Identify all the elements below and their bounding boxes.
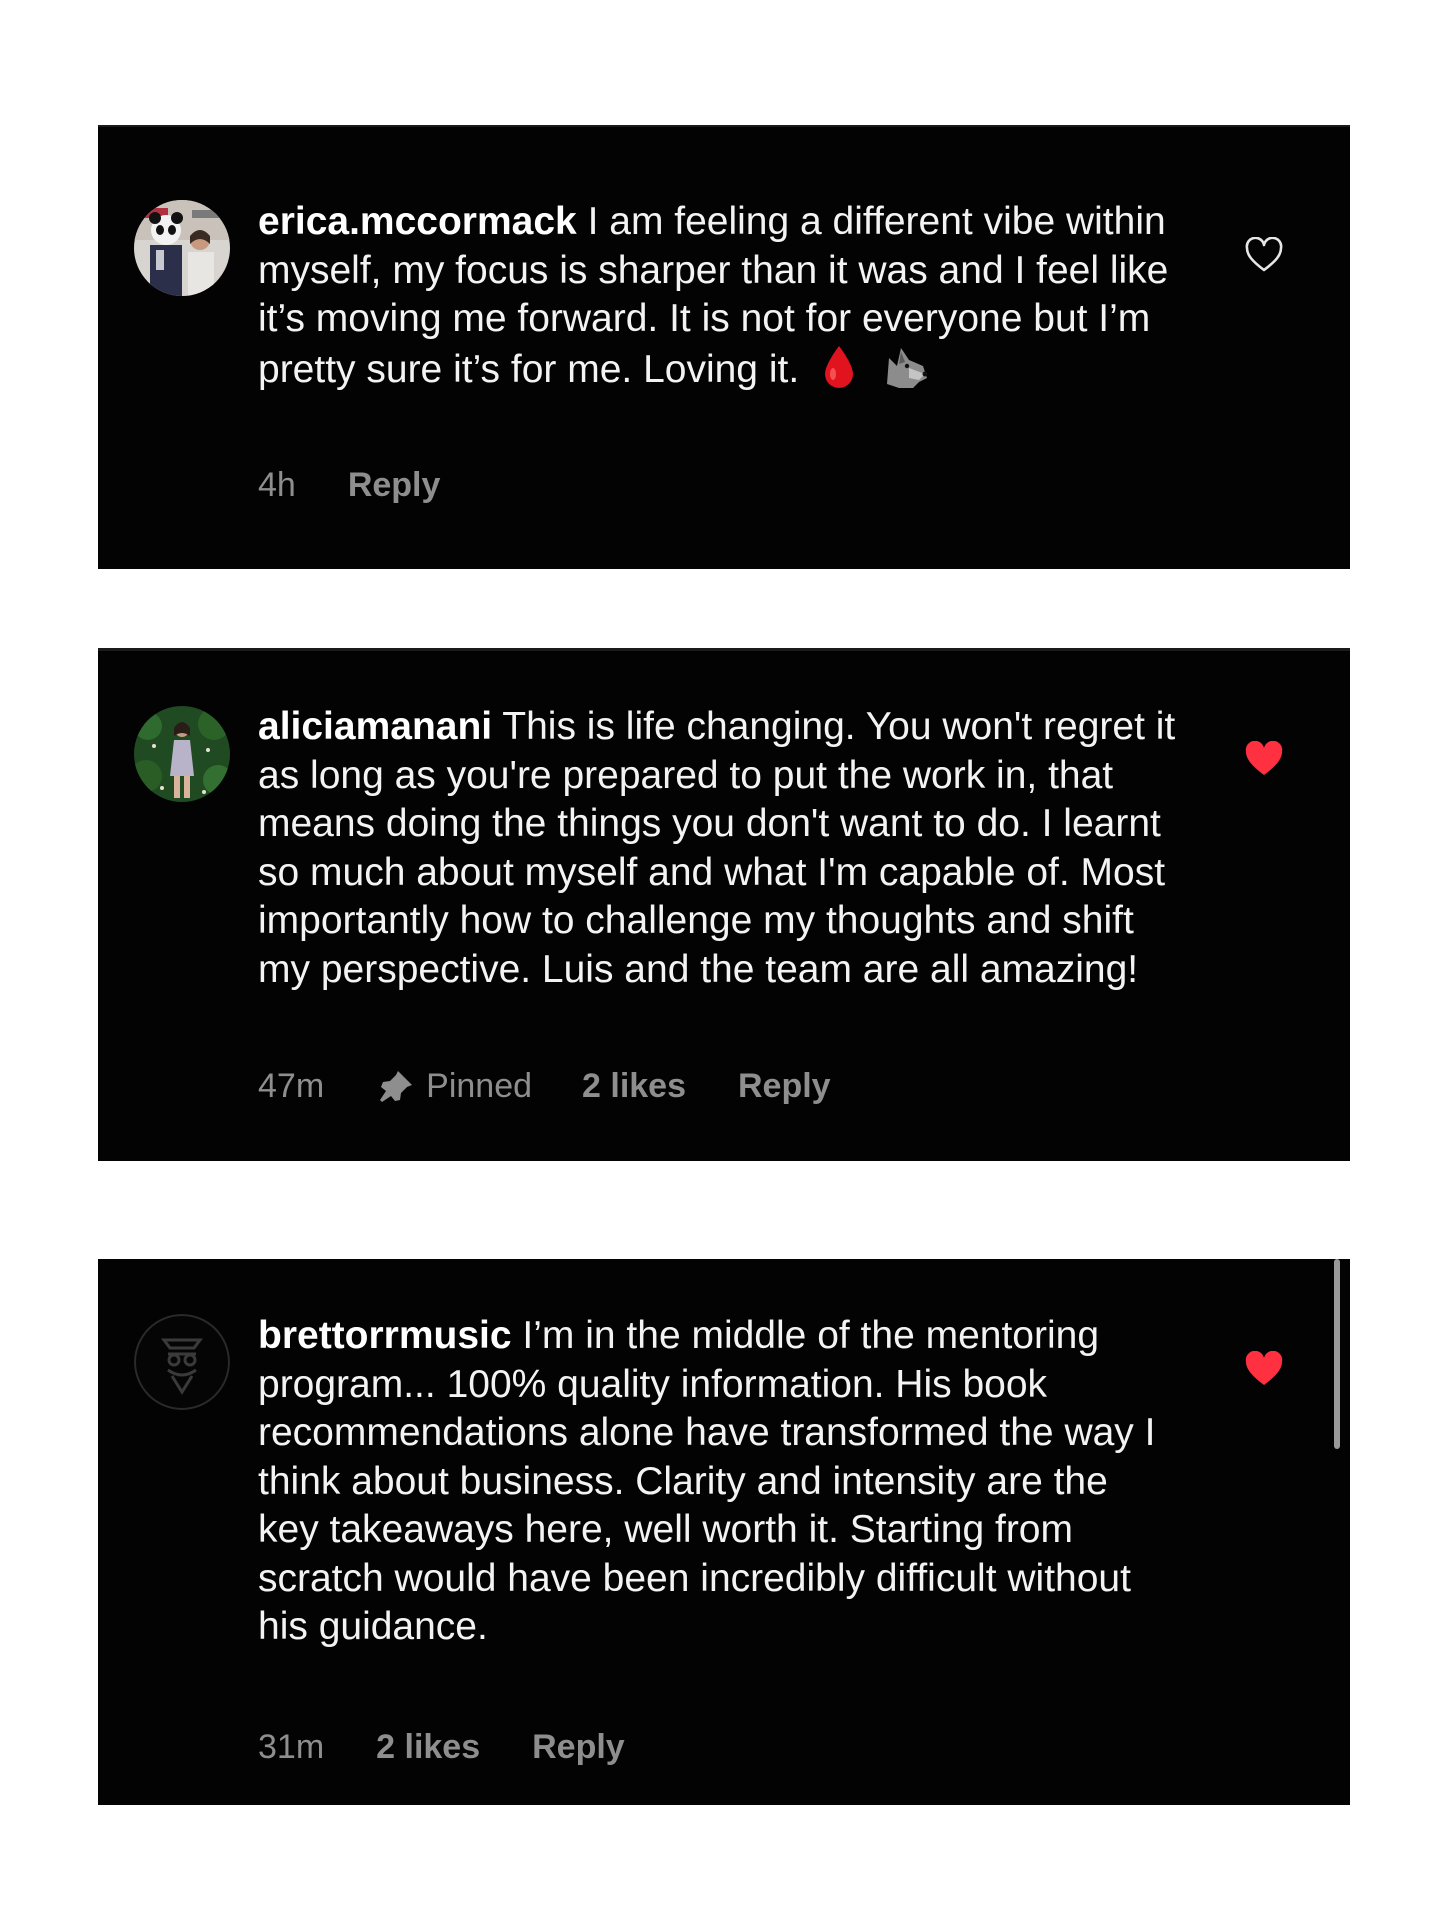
reply-button[interactable]: Reply [738,1067,831,1106]
scrollbar[interactable] [1334,1259,1340,1449]
avatar-logo-icon [134,1314,230,1410]
avatar-photo-icon [134,200,230,296]
avatar-photo-icon [134,706,230,802]
drop-of-blood-icon [822,344,856,403]
likes-count[interactable]: 2 likes [582,1067,686,1106]
comment-card: erica.mccormack I am feeling a different… [98,125,1350,569]
reply-button[interactable]: Reply [532,1728,625,1767]
pin-icon [380,1071,413,1102]
avatar[interactable] [134,706,230,802]
comment-time: 31m [258,1727,325,1766]
comment-card: brettorrmusic I’m in the middle of the m… [98,1259,1350,1805]
comment-meta: 47m Pinned 2 likes Reply [258,1064,831,1108]
likes-count[interactable]: 2 likes [376,1728,480,1767]
avatar[interactable] [134,1314,230,1410]
comment-text: aliciamanani This is life changing. You … [258,703,1178,994]
comment-time: 4h [258,465,296,504]
comment-body: I’m in the middle of the mentoring progr… [258,1314,1156,1648]
comment-text: brettorrmusic I’m in the middle of the m… [258,1312,1178,1652]
comment-username[interactable]: brettorrmusic [258,1314,512,1357]
comment-meta: 31m 2 likes Reply [258,1725,625,1769]
comment-username[interactable]: aliciamanani [258,705,492,748]
comment-username[interactable]: erica.mccormack [258,200,577,243]
comment-meta: 4h Reply [258,463,440,507]
liked-heart-icon[interactable] [1244,740,1284,777]
pinned-indicator: Pinned [376,1067,532,1106]
comment-time: 47m [258,1066,325,1105]
avatar[interactable] [134,200,230,296]
reply-button[interactable]: Reply [348,466,441,505]
wolf-icon [879,344,929,403]
pinned-label: Pinned [426,1066,533,1105]
comment-card: aliciamanani This is life changing. You … [98,648,1350,1161]
like-heart-icon[interactable] [1244,236,1284,273]
liked-heart-icon[interactable] [1244,1350,1284,1387]
comment-text: erica.mccormack I am feeling a different… [258,198,1178,402]
